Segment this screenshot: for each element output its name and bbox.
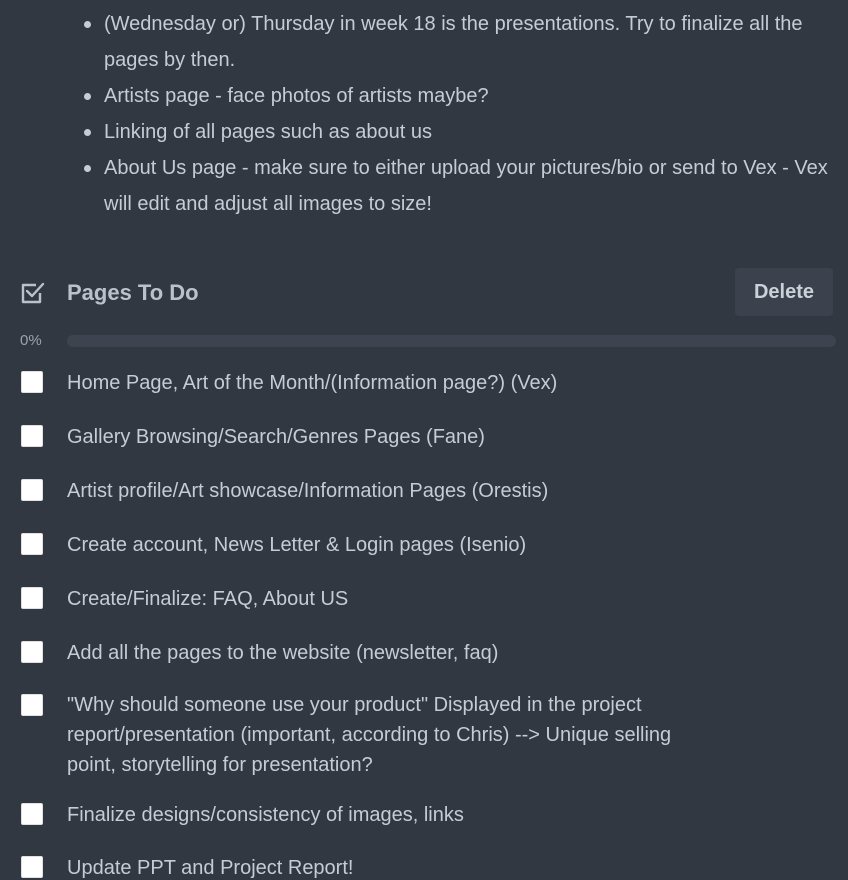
notes-bullet: (Wednesday or) Thursday in week 18 is th…: [82, 6, 832, 78]
checklist-item-text[interactable]: Update PPT and Project Report!: [67, 853, 687, 880]
checklist-item-text[interactable]: Home Page, Art of the Month/(Information…: [67, 368, 687, 398]
notes-bullet: Linking of all pages such as about us: [82, 114, 832, 150]
notes-list: (Wednesday or) Thursday in week 18 is th…: [82, 6, 832, 222]
checklist-item-checkbox[interactable]: [21, 371, 43, 393]
delete-checklist-button[interactable]: Delete: [735, 268, 833, 316]
checklist-item-checkbox[interactable]: [21, 425, 43, 447]
checklist-title: Pages To Do: [67, 280, 199, 305]
checklist-progress-bar: [67, 335, 836, 347]
checklist-checkbox-icon: [21, 282, 45, 304]
checklist-item-checkbox[interactable]: [21, 587, 43, 609]
checklist-item-text[interactable]: Create account, News Letter & Login page…: [67, 530, 687, 560]
notes-bullet: About Us page - make sure to either uplo…: [82, 150, 832, 222]
checklist-item-text[interactable]: Add all the pages to the website (newsle…: [67, 638, 687, 668]
checklist-item-checkbox[interactable]: [21, 641, 43, 663]
checklist-item-text[interactable]: "Why should someone use your product" Di…: [67, 690, 687, 780]
checklist-item-text[interactable]: Finalize designs/consistency of images, …: [67, 800, 687, 830]
checklist-item-text[interactable]: Artist profile/Art showcase/Information …: [67, 476, 687, 506]
card-detail-page: (Wednesday or) Thursday in week 18 is th…: [0, 0, 848, 880]
checklist-item-checkbox[interactable]: [21, 856, 43, 878]
notes-bullet: Artists page - face photos of artists ma…: [82, 78, 832, 114]
checklist-item-text[interactable]: Gallery Browsing/Search/Genres Pages (Fa…: [67, 422, 687, 452]
checklist-item-text[interactable]: Create/Finalize: FAQ, About US: [67, 584, 687, 614]
checklist-item-checkbox[interactable]: [21, 479, 43, 501]
checklist-header: Pages To Do Delete: [0, 268, 848, 318]
checklist-item-checkbox[interactable]: [21, 694, 43, 716]
checklist-progress-label: 0%: [20, 332, 42, 349]
checklist-item-checkbox[interactable]: [21, 533, 43, 555]
checklist-item-checkbox[interactable]: [21, 803, 43, 825]
